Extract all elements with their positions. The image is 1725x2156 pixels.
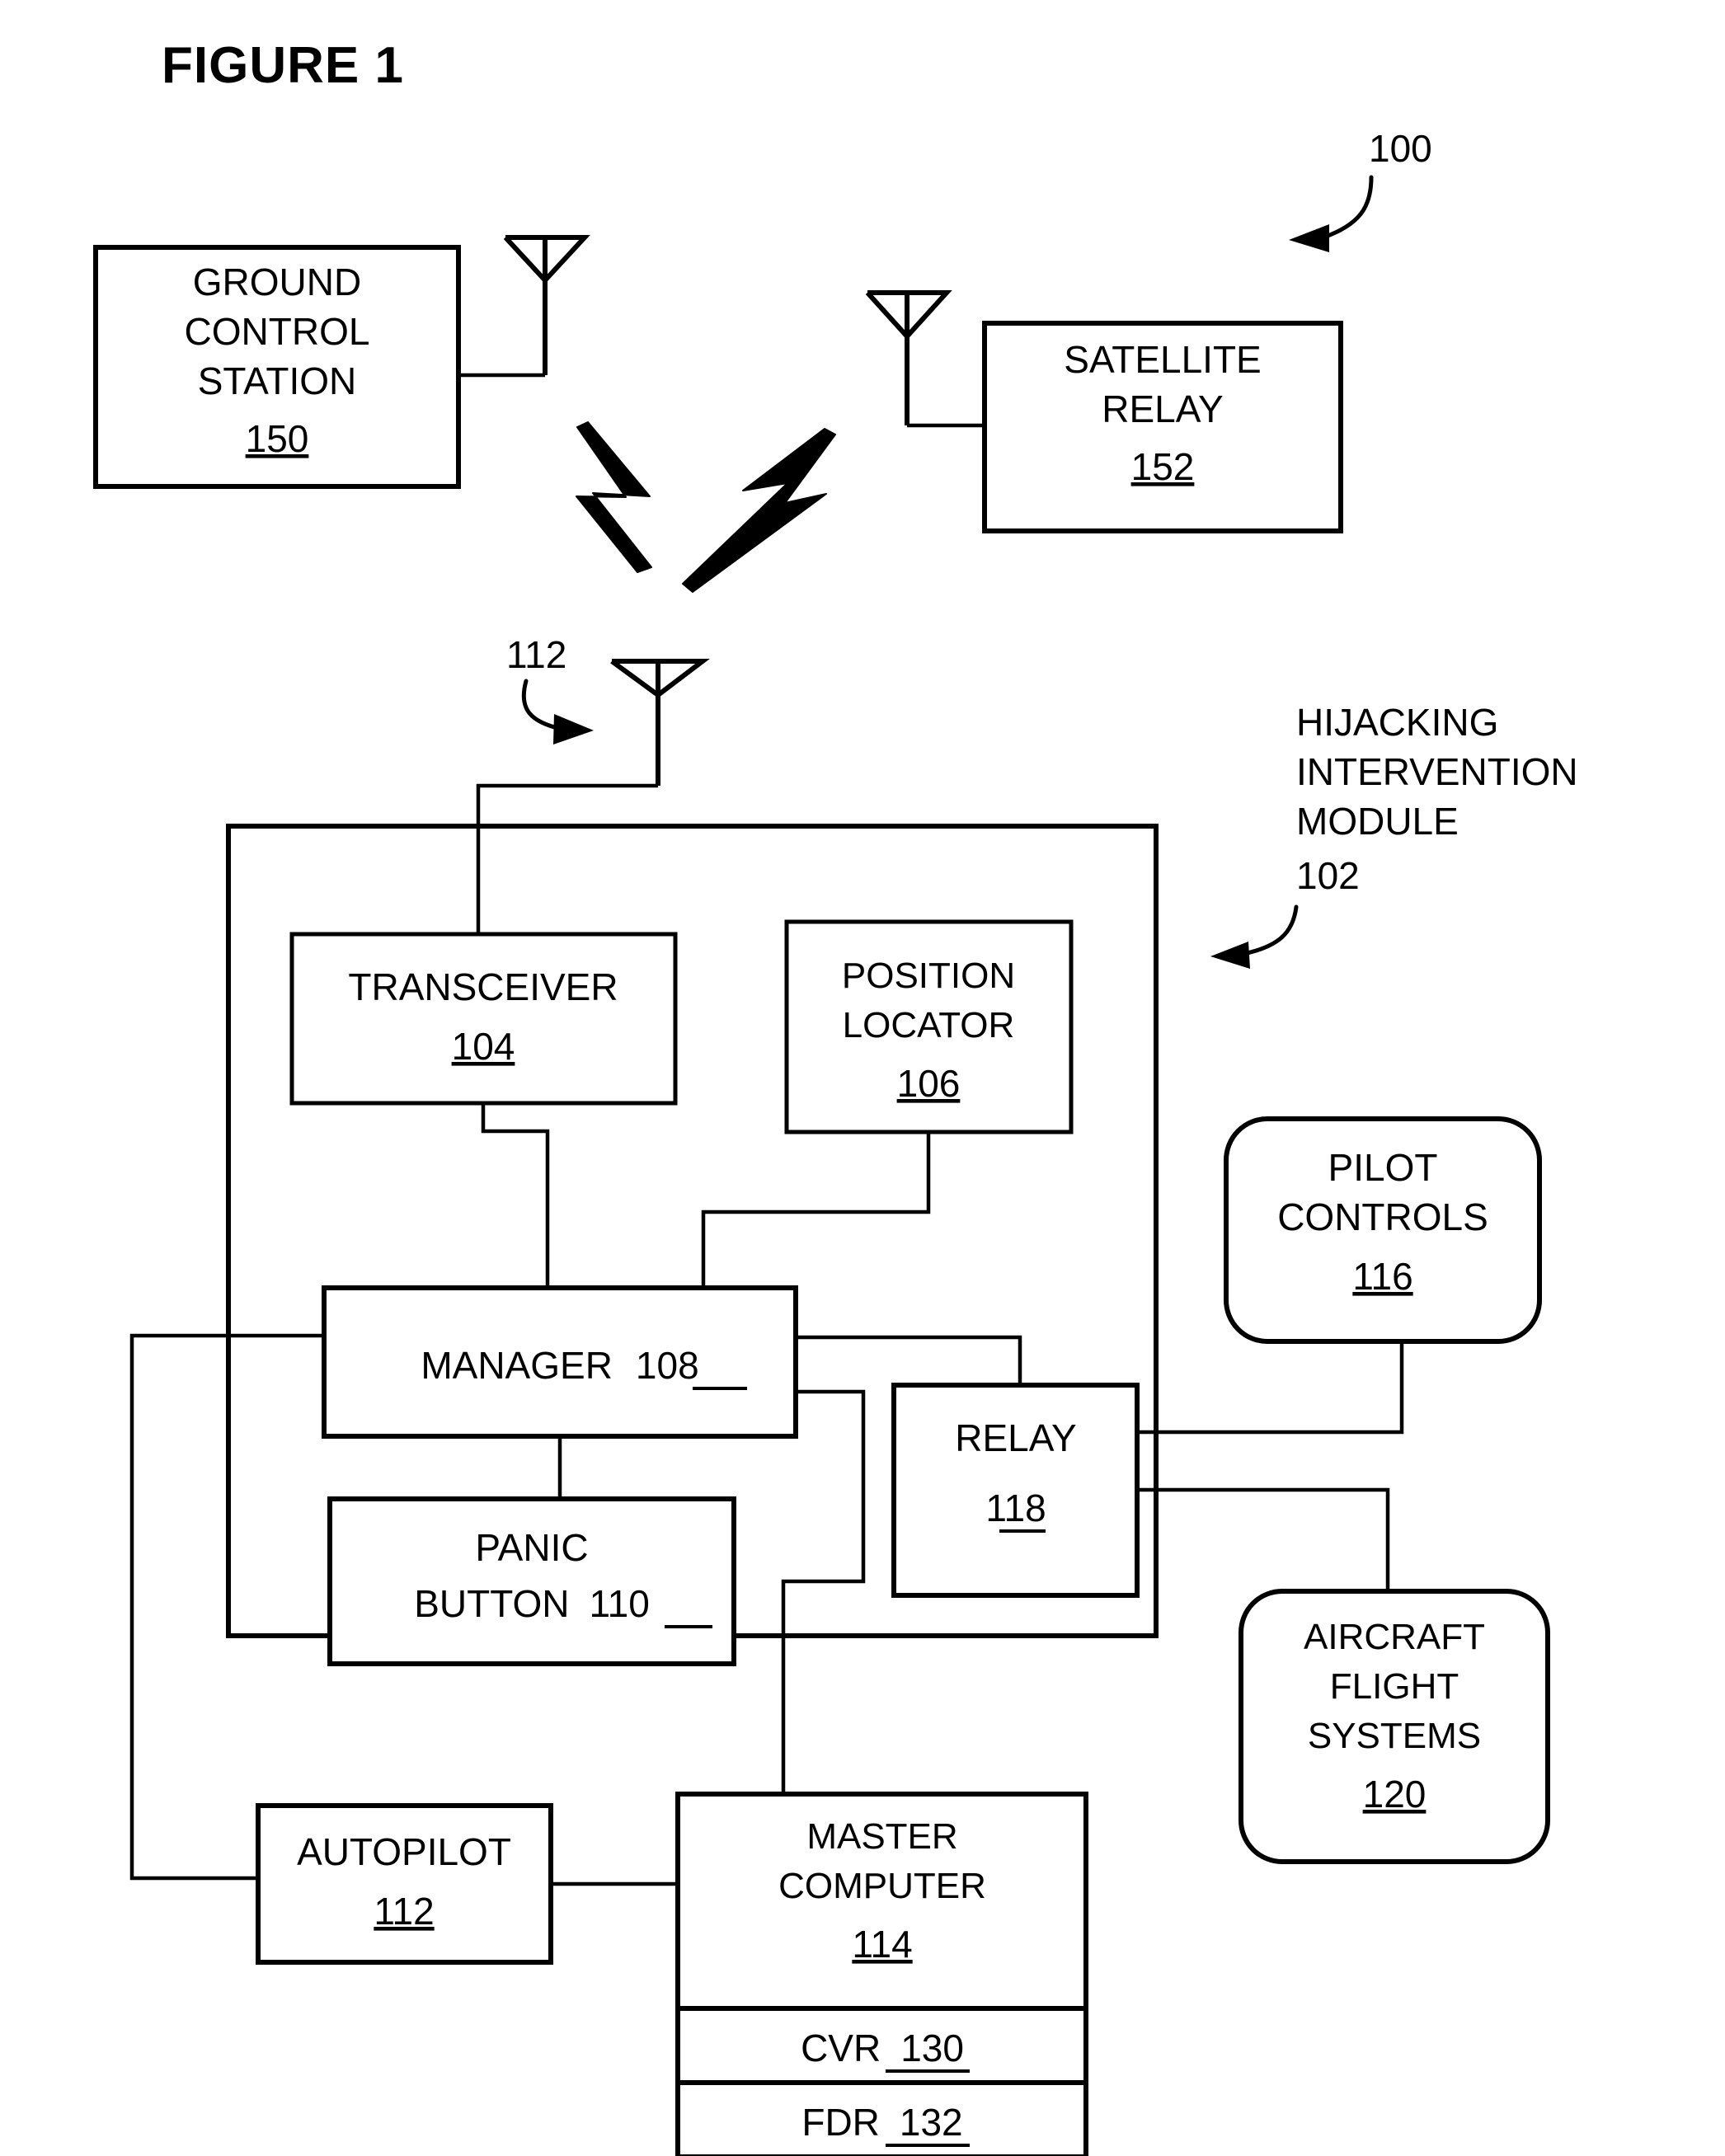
leader-arrow-102 — [1210, 942, 1250, 969]
position-locator-line2: LOCATOR — [843, 1005, 1015, 1045]
aircraft-flight-systems-line3: SYSTEMS — [1308, 1716, 1481, 1756]
module-name-line3: MODULE — [1296, 800, 1459, 843]
module-name-line2: INTERVENTION — [1296, 750, 1578, 793]
aircraft-antenna-icon — [610, 659, 710, 786]
connector-manager-to-relay — [796, 1335, 1022, 1385]
leader-arrow-112 — [553, 714, 594, 745]
leader-line-100 — [1321, 175, 1374, 240]
master-computer-ref: 114 — [852, 1923, 912, 1966]
pilot-controls-line2: CONTROLS — [1277, 1195, 1488, 1238]
connector-relay-to-aircraft-flight-systems — [1137, 1487, 1390, 1591]
connector-antenna-to-transceiver — [476, 783, 658, 934]
ground-control-station-line3: STATION — [198, 359, 357, 402]
ground-control-station-line1: GROUND — [193, 261, 361, 303]
manager-name: MANAGER — [421, 1344, 613, 1387]
relay-ref-text: 118 — [985, 1487, 1046, 1529]
satellite-relay-line1: SATELLITE — [1064, 338, 1261, 381]
satellite-relay-line2: RELAY — [1102, 388, 1223, 430]
satellite-relay-antenna-icon — [865, 290, 985, 428]
patent-figure-page: FIGURE 1 100 GROUND CONTROL STATION 150 … — [0, 0, 1725, 2156]
panic-button-line1: PANIC — [475, 1526, 588, 1569]
leader-line-102 — [1241, 904, 1299, 956]
callout-antenna-112: 112 — [506, 633, 566, 676]
autopilot-label: AUTOPILOT — [297, 1830, 511, 1873]
panic-button-box — [327, 1496, 736, 1666]
callout-system-100: 100 — [1369, 127, 1432, 170]
cvr-ref: 130 — [900, 2027, 964, 2069]
rf-link-bolt-right-icon — [682, 428, 836, 593]
panic-button-name: BUTTON — [414, 1582, 569, 1625]
fdr-name: FDR — [801, 2101, 880, 2144]
autopilot-box — [256, 1803, 553, 1965]
master-computer-line1: MASTER — [806, 1816, 957, 1857]
manager-ref: 108 — [636, 1344, 699, 1387]
aircraft-flight-systems-line1: AIRCRAFT — [1304, 1617, 1485, 1657]
leader-arrow-100 — [1289, 224, 1329, 252]
aircraft-flight-systems-ref: 120 — [1363, 1773, 1427, 1815]
cvr-name: CVR — [801, 2027, 881, 2069]
fdr-box — [675, 2080, 1088, 2156]
pilot-controls-line1: PILOT — [1328, 1146, 1438, 1189]
panic-button-ref: 110 — [589, 1582, 649, 1625]
connector-manager-to-master-computer — [781, 1389, 866, 1794]
fdr-ref: 132 — [900, 2101, 963, 2144]
transceiver-label: TRANSCEIVER — [348, 965, 618, 1008]
autopilot-ref: 112 — [374, 1890, 434, 1933]
satellite-relay-ref: 152 — [1131, 445, 1195, 488]
ground-station-antenna-icon — [458, 235, 590, 378]
ground-control-station-ref: 150 — [246, 417, 309, 460]
transceiver-ref: 104 — [452, 1025, 515, 1068]
connector-position-locator-to-manager — [701, 1132, 931, 1288]
relay-label: RELAY — [955, 1416, 1076, 1459]
connector-relay-to-pilot-controls — [1137, 1341, 1404, 1435]
figure-1-diagram: FIGURE 1 100 GROUND CONTROL STATION 150 … — [93, 37, 1578, 2156]
ground-control-station-line2: CONTROL — [185, 310, 370, 353]
aircraft-flight-systems-line2: FLIGHT — [1330, 1666, 1459, 1707]
position-locator-ref: 106 — [897, 1062, 961, 1105]
transceiver-box — [289, 932, 678, 1106]
cvr-box — [675, 2006, 1088, 2085]
page-title: FIGURE 1 — [162, 37, 404, 94]
connector-transceiver-to-manager — [481, 1103, 550, 1288]
rf-link-bolt-left-icon — [576, 421, 652, 573]
pilot-controls-ref: 116 — [1352, 1255, 1412, 1298]
position-locator-line1: POSITION — [842, 956, 1015, 996]
manager-label: MANAGER 108 — [421, 1344, 698, 1387]
master-computer-line2: COMPUTER — [778, 1866, 986, 1906]
panic-button-line2: BUTTON 110 — [414, 1582, 650, 1625]
module-name-line1: HIJACKING — [1296, 701, 1498, 744]
module-ref-102: 102 — [1296, 854, 1360, 897]
